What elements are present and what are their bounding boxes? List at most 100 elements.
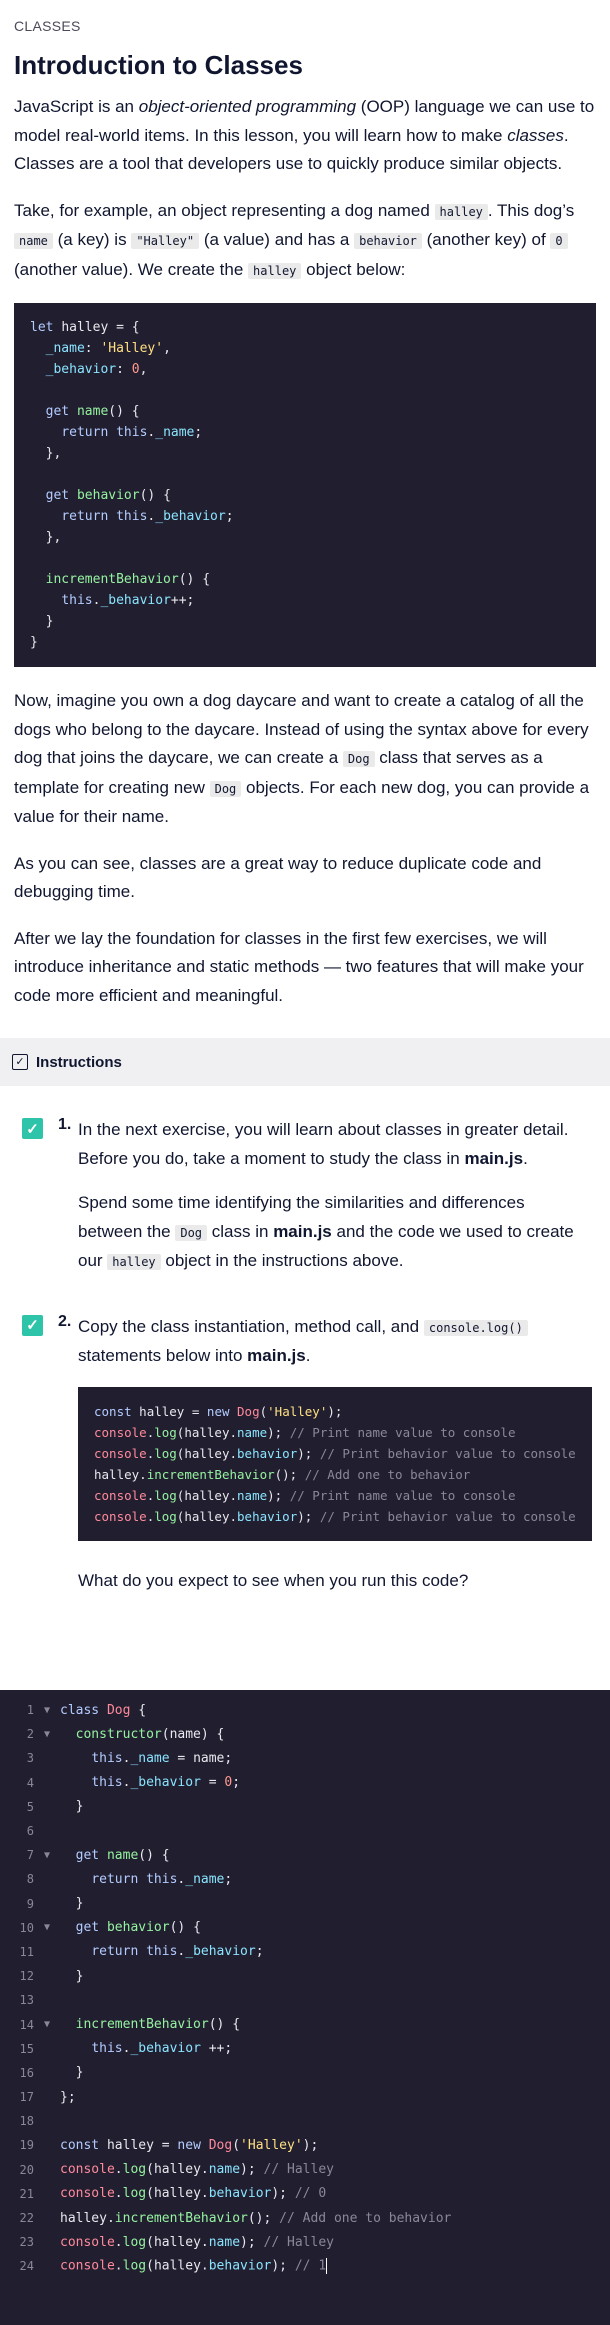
editor-line[interactable]: 2 ▼ constructor(name) { <box>0 1722 610 1746</box>
editor-line[interactable]: 8 return this._name; <box>0 1867 610 1891</box>
line-number: 8 <box>26 1872 34 1887</box>
line-number: 1 <box>26 1703 34 1718</box>
code-line: console.log(halley.behavior); // Print b… <box>94 1445 576 1461</box>
editor-line[interactable]: 6 <box>0 1819 610 1843</box>
editor-line[interactable]: 22 halley.incrementBehavior(); // Add one… <box>0 2206 610 2230</box>
inline-code: Dog <box>175 1224 208 1241</box>
code-editor[interactable]: 1 ▼ class Dog {2 ▼ constructor(name) {3 thi… <box>0 1690 610 2325</box>
editor-code: console.log(halley.name); // Halley <box>60 2162 334 2178</box>
line-number: 4 <box>26 1775 34 1790</box>
editor-code: this._behavior ++; <box>91 2041 233 2057</box>
task-complete-checkbox[interactable]: ✓ <box>22 1118 43 1139</box>
code-line: _name: 'Halley', <box>45 341 171 356</box>
editor-line[interactable]: 17}; <box>0 2085 610 2109</box>
inline-code: name <box>14 233 53 249</box>
lesson-title: Introduction to Classes <box>14 50 303 80</box>
code-line: return this._behavior; <box>61 509 234 524</box>
inline-code: halley <box>434 203 488 220</box>
editor-line[interactable]: 9 } <box>0 1892 610 1916</box>
lesson-panel: CLASSES Introduction to Classes JavaScri… <box>0 0 610 1010</box>
inline-code: halley <box>107 1254 161 1270</box>
checkbox-icon: ✓ <box>12 1054 28 1070</box>
inline-code: Dog <box>209 780 242 797</box>
code-line: } <box>45 614 54 629</box>
editor-line[interactable]: 18 <box>0 2109 610 2133</box>
line-number: 21 <box>19 2186 34 2201</box>
code-line: get behavior() { <box>45 488 171 503</box>
editor-line[interactable]: 21 console.log(halley.behavior); // 0 <box>0 2182 610 2206</box>
editor-line[interactable]: 7 ▼ get name() { <box>0 1843 610 1867</box>
editor-code: halley.incrementBehavior(); // Add one t… <box>60 2210 452 2226</box>
line-number: 2 <box>26 1727 34 1742</box>
editor-line[interactable]: 3 this._name = name; <box>0 1746 610 1770</box>
task-number: 2. <box>58 1312 72 1330</box>
line-number: 15 <box>19 2041 34 2056</box>
line-number: 19 <box>19 2138 34 2153</box>
line-number: 9 <box>26 1896 34 1911</box>
editor-code: class Dog { <box>60 1702 147 1718</box>
editor-code: get behavior() { <box>75 1920 201 1936</box>
editor-line[interactable]: 20 console.log(halley.name); // Halley <box>0 2158 610 2182</box>
line-number: 3 <box>26 1751 34 1766</box>
editor-code: } <box>75 1896 84 1912</box>
line-number: 16 <box>19 2065 34 2080</box>
line-number: 24 <box>19 2259 34 2274</box>
line-number: 13 <box>19 1993 34 2008</box>
line-number: 14 <box>19 2017 34 2032</box>
editor-line[interactable]: 11 return this._behavior; <box>0 1940 610 1964</box>
fold-arrow-icon[interactable]: ▼ <box>34 1729 60 1740</box>
inline-code: halley <box>248 262 302 279</box>
editor-code: console.log(halley.name); // Halley <box>60 2234 334 2250</box>
line-number: 20 <box>19 2162 34 2177</box>
editor-line[interactable]: 5 } <box>0 1795 610 1819</box>
editor-line[interactable]: 10 ▼ get behavior() { <box>0 1916 610 1940</box>
code-line: incrementBehavior() { <box>45 572 211 587</box>
editor-line[interactable]: 12 } <box>0 1964 610 1988</box>
editor-line[interactable]: 16 } <box>0 2061 610 2085</box>
code-line: console.log(halley.behavior); // Print b… <box>94 1508 576 1524</box>
editor-line[interactable]: 19 const halley = new Dog('Halley'); <box>0 2133 610 2157</box>
code-line: console.log(halley.name); // Print name … <box>94 1487 516 1503</box>
fold-arrow-icon[interactable]: ▼ <box>34 2019 60 2030</box>
task-number: 1. <box>58 1116 72 1133</box>
code-line: get name() { <box>45 404 140 419</box>
task-item-2: ✓ 2. Copy the class instantiation, metho… <box>0 1313 610 1596</box>
code-line: } <box>30 635 38 650</box>
fold-arrow-icon[interactable]: ▼ <box>34 1922 60 1933</box>
daycare-paragraph: Now, imagine you own a dog daycare and w… <box>14 691 590 826</box>
inline-code: behavior <box>354 233 422 249</box>
instructions-header[interactable]: ✓ Instructions <box>0 1038 610 1086</box>
editor-line[interactable]: 1 ▼ class Dog { <box>0 1698 610 1722</box>
editor-line[interactable]: 13 <box>0 1988 610 2012</box>
task-body: In the next exercise, you will learn abo… <box>60 1116 592 1277</box>
editor-code: } <box>75 2065 84 2081</box>
line-number: 7 <box>26 1848 34 1863</box>
editor-line[interactable]: 14 ▼ incrementBehavior() { <box>0 2012 610 2036</box>
editor-code: return this._name; <box>91 1871 233 1887</box>
editor-line[interactable]: 23 console.log(halley.name); // Halley <box>0 2230 610 2254</box>
editor-code: this._name = name; <box>91 1750 233 1766</box>
line-number: 22 <box>19 2211 34 2226</box>
line-number: 17 <box>19 2090 34 2105</box>
editor-line[interactable]: 15 this._behavior ++; <box>0 2037 610 2061</box>
line-number: 23 <box>19 2235 34 2250</box>
task-text: In the next exercise, you will learn abo… <box>78 1120 569 1168</box>
task-question: What do you expect to see when you run t… <box>78 1570 469 1590</box>
code-line: return this._name; <box>61 425 203 440</box>
code-line: let halley = { <box>30 320 140 335</box>
fold-arrow-icon[interactable]: ▼ <box>34 1850 60 1861</box>
task-complete-checkbox[interactable]: ✓ <box>22 1314 43 1336</box>
code-line: halley.incrementBehavior(); // Add one t… <box>94 1466 471 1482</box>
editor-code: }; <box>60 2089 76 2105</box>
editor-code: constructor(name) { <box>75 1726 225 1742</box>
line-number: 18 <box>19 2114 34 2129</box>
editor-line[interactable]: 4 this._behavior = 0; <box>0 1771 610 1795</box>
fold-arrow-icon[interactable]: ▼ <box>34 1705 60 1716</box>
editor-code: return this._behavior; <box>91 1944 264 1960</box>
inline-code: console.log() <box>423 1319 528 1336</box>
editor-line[interactable]: 24 console.log(halley.behavior); // 1 <box>0 2254 610 2278</box>
reuse-paragraph: As you can see, classes are a great way … <box>14 853 542 902</box>
